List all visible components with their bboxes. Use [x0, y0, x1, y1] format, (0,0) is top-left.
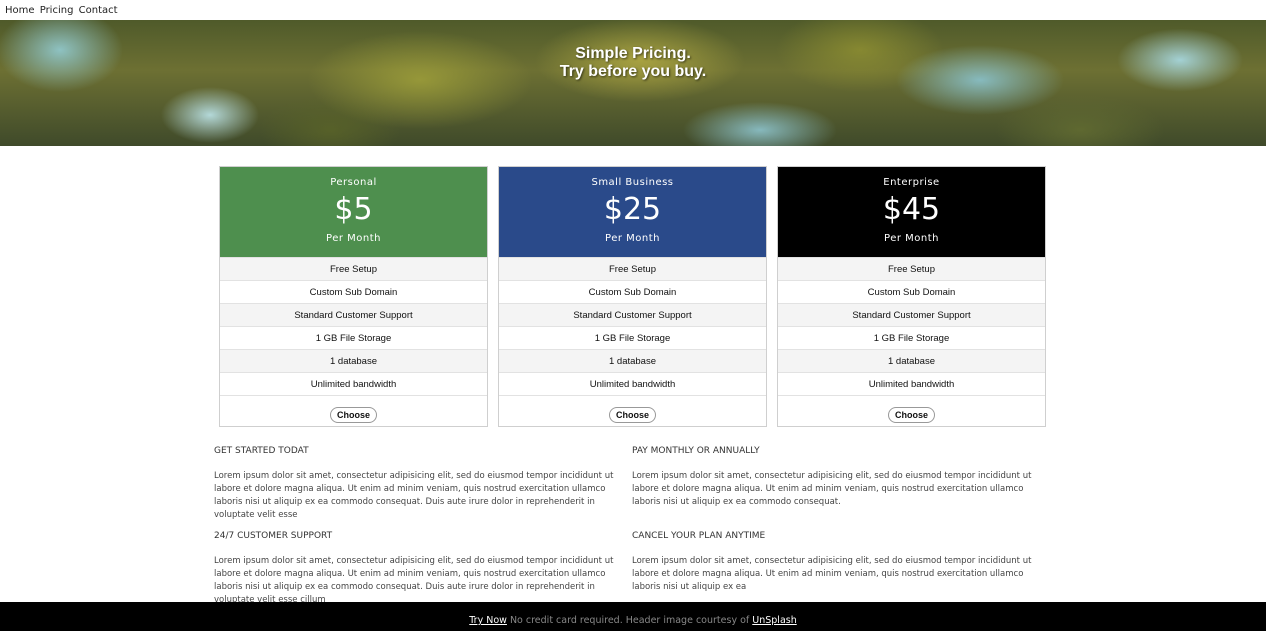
info-block-pay-monthly: PAY MONTHLY OR ANNUALLY Lorem ipsum dolo… [632, 446, 1050, 509]
plan-footer: Choose [778, 395, 1045, 427]
plan-feature: 1 database [778, 349, 1045, 372]
plan-period: Per Month [326, 233, 381, 244]
plan-header: Personal $5 Per Month [220, 167, 487, 257]
plan-feature: Standard Customer Support [778, 303, 1045, 326]
plan-card-small-business: Small Business $25 Per Month Free Setup … [498, 166, 767, 427]
top-nav: Home Pricing Contact [0, 0, 1266, 20]
plan-feature: Standard Customer Support [220, 303, 487, 326]
plan-card-enterprise: Enterprise $45 Per Month Free Setup Cust… [777, 166, 1046, 427]
info-heading: CANCEL YOUR PLAN ANYTIME [632, 531, 766, 541]
plan-features: Free Setup Custom Sub Domain Standard Cu… [499, 257, 766, 395]
plan-price: $25 [603, 192, 662, 227]
plan-feature: Custom Sub Domain [499, 280, 766, 303]
info-block-cancel-plan: CANCEL YOUR PLAN ANYTIME Lorem ipsum dol… [632, 531, 1050, 594]
plan-card-personal: Personal $5 Per Month Free Setup Custom … [219, 166, 488, 427]
plan-feature: Unlimited bandwidth [220, 372, 487, 395]
plan-feature: Unlimited bandwidth [499, 372, 766, 395]
info-block-get-started: GET STARTED TODAT Lorem ipsum dolor sit … [214, 446, 632, 522]
plan-feature: Custom Sub Domain [778, 280, 1045, 303]
nav-link-contact[interactable]: Contact [79, 5, 118, 16]
plan-footer: Choose [220, 395, 487, 427]
info-text: Lorem ipsum dolor sit amet, consectetur … [632, 556, 1032, 592]
plan-feature: 1 GB File Storage [499, 326, 766, 349]
plan-price: $5 [334, 192, 373, 227]
plan-feature: Standard Customer Support [499, 303, 766, 326]
plan-features: Free Setup Custom Sub Domain Standard Cu… [220, 257, 487, 395]
plan-feature: 1 database [499, 349, 766, 372]
choose-small-business-button[interactable]: Choose [608, 407, 656, 423]
plan-feature: Free Setup [778, 257, 1045, 280]
plan-name: Small Business [591, 177, 674, 188]
plan-feature: Custom Sub Domain [220, 280, 487, 303]
plan-period: Per Month [884, 233, 939, 244]
unsplash-link[interactable]: UnSplash [752, 615, 796, 626]
plan-feature: 1 database [220, 349, 487, 372]
plan-name: Enterprise [883, 177, 940, 188]
hero-title-line1: Simple Pricing. [575, 45, 691, 62]
choose-personal-button[interactable]: Choose [329, 407, 377, 423]
info-block-customer-support: 24/7 CUSTOMER SUPPORT Lorem ipsum dolor … [214, 531, 632, 607]
hero-title: Simple Pricing. Try before you buy. [0, 45, 1266, 81]
plan-features: Free Setup Custom Sub Domain Standard Cu… [778, 257, 1045, 395]
plan-header: Enterprise $45 Per Month [778, 167, 1045, 257]
plan-feature: 1 GB File Storage [220, 326, 487, 349]
try-now-link[interactable]: Try Now [469, 615, 507, 626]
nav-link-pricing[interactable]: Pricing [40, 5, 74, 16]
plan-feature: Free Setup [220, 257, 487, 280]
page-footer: Try Now No credit card required. Header … [0, 602, 1266, 631]
plan-footer: Choose [499, 395, 766, 427]
footer-note: No credit card required. Header image co… [506, 615, 753, 626]
plan-price: $45 [882, 192, 941, 227]
hero-banner: Simple Pricing. Try before you buy. [0, 20, 1266, 146]
pricing-plans: Personal $5 Per Month Free Setup Custom … [219, 166, 1047, 427]
plan-feature: Unlimited bandwidth [778, 372, 1045, 395]
info-text: Lorem ipsum dolor sit amet, consectetur … [632, 471, 1032, 507]
info-text: Lorem ipsum dolor sit amet, consectetur … [214, 556, 614, 605]
plan-period: Per Month [605, 233, 660, 244]
nav-link-home[interactable]: Home [5, 5, 35, 16]
info-heading: 24/7 CUSTOMER SUPPORT [214, 531, 333, 541]
info-text: Lorem ipsum dolor sit amet, consectetur … [214, 471, 614, 520]
plan-name: Personal [330, 177, 377, 188]
choose-enterprise-button[interactable]: Choose [887, 407, 935, 423]
info-heading: GET STARTED TODAT [214, 446, 309, 456]
hero-title-line2: Try before you buy. [559, 63, 707, 80]
plan-feature: 1 GB File Storage [778, 326, 1045, 349]
plan-feature: Free Setup [499, 257, 766, 280]
plan-header: Small Business $25 Per Month [499, 167, 766, 257]
info-heading: PAY MONTHLY OR ANNUALLY [632, 446, 760, 456]
